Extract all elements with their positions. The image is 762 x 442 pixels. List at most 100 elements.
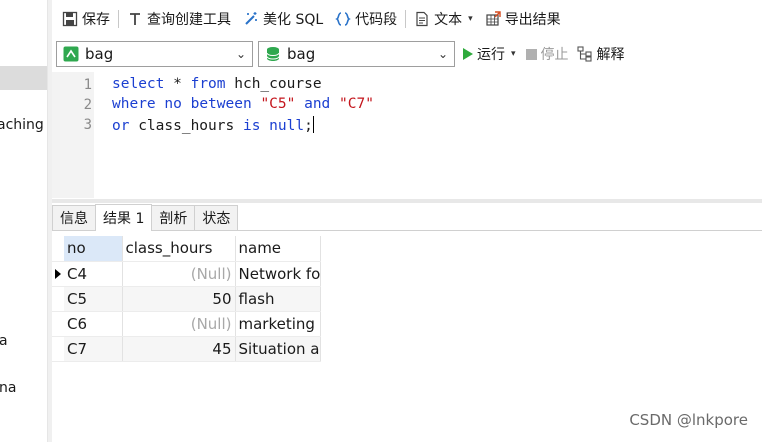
row-header-corner bbox=[52, 236, 64, 262]
dropdown-caret-icon[interactable]: ▾ bbox=[511, 49, 516, 59]
tab-status[interactable]: 状态 bbox=[194, 205, 239, 230]
tab-result-1[interactable]: 结果 1 bbox=[95, 204, 153, 231]
braces-icon bbox=[335, 11, 351, 27]
text-mode-label: 文本 bbox=[434, 12, 463, 28]
table-cell[interactable]: Network fo bbox=[235, 261, 321, 287]
code-line[interactable]: or class_hours is null; bbox=[112, 116, 314, 134]
explain-button[interactable]: 解释 bbox=[576, 44, 625, 64]
editor-results-splitter[interactable] bbox=[52, 199, 762, 203]
line-number: 2 bbox=[83, 97, 92, 113]
table-cell[interactable]: C7 bbox=[64, 336, 123, 362]
sidebar-selected-item[interactable] bbox=[0, 66, 47, 90]
line-number: 1 bbox=[83, 77, 92, 93]
sql-keyword: or bbox=[112, 118, 130, 134]
sidebar-item-fragment[interactable]: a bbox=[0, 333, 8, 349]
explain-icon bbox=[576, 46, 593, 62]
column-header-name[interactable]: name bbox=[235, 236, 321, 262]
query-builder-label: 查询创建工具 bbox=[147, 12, 231, 28]
sidebar-item-fragment[interactable]: na bbox=[0, 380, 16, 396]
table-cell[interactable]: marketing bbox=[235, 311, 321, 337]
stop-label: 停止 bbox=[540, 47, 569, 63]
toolbar-separator bbox=[118, 10, 119, 28]
sql-keyword: select bbox=[112, 76, 165, 92]
table-cell[interactable]: C6 bbox=[64, 311, 123, 337]
sql-text: * bbox=[164, 76, 191, 92]
result-tabs: 信息 结果 1 剖析 状态 bbox=[52, 204, 762, 231]
sql-keyword: from bbox=[190, 76, 226, 92]
sql-text: hch_course bbox=[225, 76, 322, 92]
code-snippet-button[interactable]: 代码段 bbox=[329, 6, 403, 32]
export-results-button[interactable]: 导出结果 bbox=[479, 6, 567, 32]
result-grid[interactable]: no class_hours name C4 (Null) Network fo… bbox=[52, 236, 321, 362]
sql-text: class_hours bbox=[129, 118, 243, 134]
column-header-class-hours[interactable]: class_hours bbox=[122, 236, 236, 262]
export-results-label: 导出结果 bbox=[504, 12, 561, 28]
code-line[interactable]: where no between "C5" and "C7" bbox=[112, 96, 374, 112]
table-row[interactable]: C4 (Null) Network fo bbox=[52, 261, 321, 287]
run-button[interactable]: 运行 ▾ bbox=[463, 44, 516, 64]
grid-header-row: no class_hours name bbox=[52, 236, 321, 262]
connection-selector-row: bag ⌄ bag ⌄ 运行 ▾ 停止 解释 bbox=[52, 40, 762, 68]
tab-profile[interactable]: 剖析 bbox=[151, 205, 196, 230]
beautify-sql-button[interactable]: 美化 SQL bbox=[237, 6, 329, 32]
sql-keyword: where bbox=[112, 96, 156, 112]
object-sidebar[interactable]: aching a na bbox=[0, 0, 48, 442]
sql-keyword: and bbox=[304, 96, 331, 112]
table-row[interactable]: C6 (Null) marketing bbox=[52, 311, 321, 337]
text-mode-button[interactable]: 文本 ▾ bbox=[408, 6, 479, 32]
sql-keyword: no bbox=[164, 96, 182, 112]
column-header-no[interactable]: no bbox=[64, 236, 123, 262]
line-number: 3 bbox=[83, 117, 92, 133]
connection-select-value: bag bbox=[85, 45, 114, 63]
query-toolbar: 保存 查询创建工具 美化 SQL 代码段 文本 ▾ 导出结果 bbox=[52, 0, 762, 38]
sql-string: "C5" bbox=[260, 96, 296, 112]
table-cell[interactable]: 45 bbox=[122, 336, 236, 362]
row-indicator[interactable] bbox=[52, 311, 64, 337]
tab-info[interactable]: 信息 bbox=[52, 205, 96, 230]
code-line[interactable]: select * from hch_course bbox=[112, 76, 322, 92]
database-select[interactable]: bag ⌄ bbox=[258, 41, 455, 67]
connection-icon bbox=[63, 46, 79, 62]
table-cell[interactable]: (Null) bbox=[122, 261, 236, 287]
code-snippet-label: 代码段 bbox=[355, 12, 398, 28]
table-cell[interactable]: C5 bbox=[64, 286, 123, 312]
row-indicator[interactable] bbox=[52, 261, 64, 287]
sql-text: ; bbox=[304, 118, 313, 134]
table-row[interactable]: C5 50 flash bbox=[52, 286, 321, 312]
table-cell[interactable]: flash bbox=[235, 286, 321, 312]
row-indicator[interactable] bbox=[52, 336, 64, 362]
beautify-sql-label: 美化 SQL bbox=[263, 12, 324, 28]
sidebar-item-fragment[interactable]: aching bbox=[0, 117, 44, 133]
current-row-arrow-icon bbox=[55, 268, 61, 279]
table-row[interactable]: C7 45 Situation ar bbox=[52, 336, 321, 362]
sql-editor[interactable]: 1 2 3 select * from hch_course where no … bbox=[52, 72, 762, 198]
export-grid-icon bbox=[485, 11, 501, 27]
database-select-value: bag bbox=[287, 45, 316, 63]
table-cell[interactable]: Situation ar bbox=[235, 336, 321, 362]
stop-button[interactable]: 停止 bbox=[525, 44, 569, 64]
run-label: 运行 bbox=[477, 47, 505, 63]
chevron-down-icon: ⌄ bbox=[235, 47, 246, 61]
document-icon bbox=[414, 11, 430, 27]
connection-select[interactable]: bag ⌄ bbox=[56, 41, 253, 67]
toolbar-separator bbox=[405, 10, 407, 28]
table-cell[interactable]: (Null) bbox=[122, 311, 236, 337]
dropdown-caret-icon: ▾ bbox=[468, 14, 473, 24]
stop-icon bbox=[525, 48, 537, 60]
save-icon bbox=[62, 11, 78, 27]
query-builder-icon bbox=[127, 11, 143, 27]
query-builder-button[interactable]: 查询创建工具 bbox=[121, 6, 237, 32]
table-cell[interactable]: C4 bbox=[64, 261, 123, 287]
watermark: CSDN @lnkpore bbox=[629, 411, 748, 429]
explain-label: 解释 bbox=[596, 47, 625, 63]
save-label: 保存 bbox=[82, 12, 110, 28]
chevron-down-icon: ⌄ bbox=[437, 47, 448, 61]
line-number-gutter: 1 2 3 bbox=[52, 72, 94, 198]
table-cell[interactable]: 50 bbox=[122, 286, 236, 312]
save-button[interactable]: 保存 bbox=[56, 6, 116, 32]
row-indicator[interactable] bbox=[52, 286, 64, 312]
